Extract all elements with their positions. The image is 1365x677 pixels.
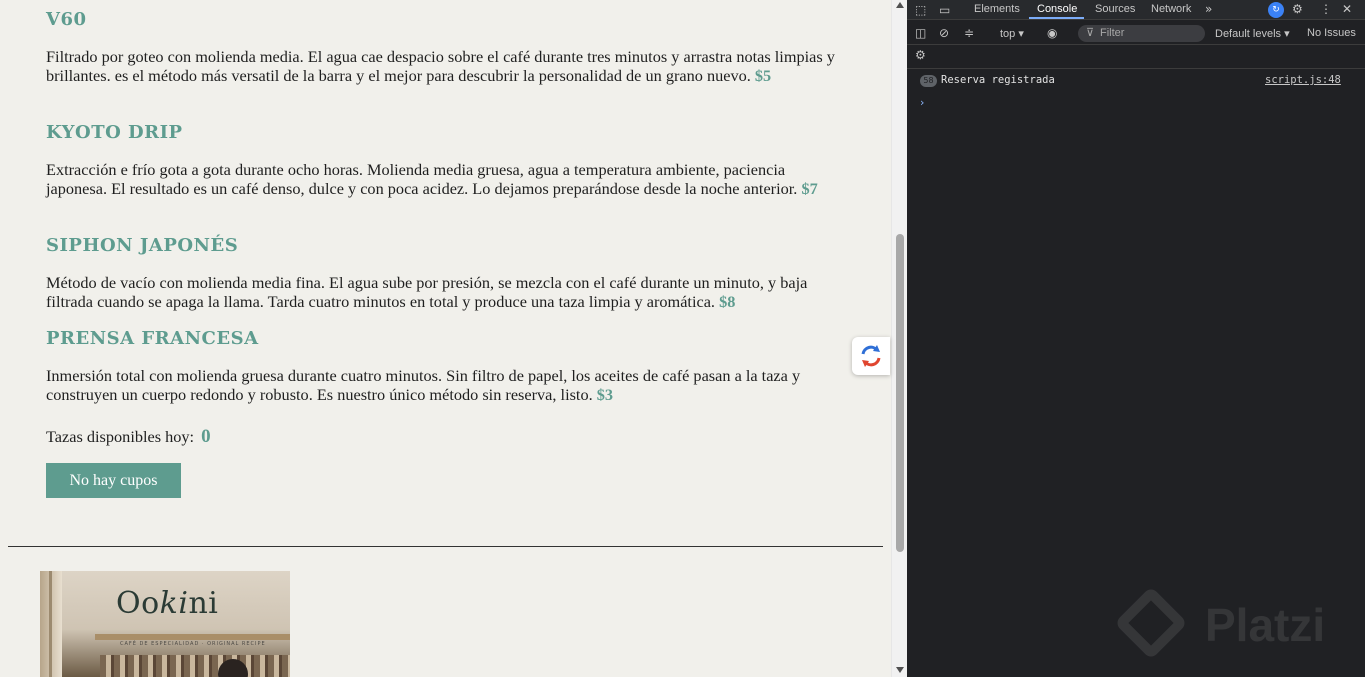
method-description: Extracción e frío gota a gota durante oc… <box>46 160 846 198</box>
settings-gear-icon[interactable]: ⚙ <box>1292 3 1303 15</box>
console-settings-row: ⚙ <box>907 45 1365 69</box>
description-text: Extracción e frío gota a gota durante oc… <box>46 160 798 198</box>
method-title: SIPHON JAPONÉS <box>46 235 239 256</box>
close-icon[interactable]: ✕ <box>1342 3 1352 15</box>
more-options-icon[interactable]: ⋮ <box>1320 3 1332 15</box>
logo-part-italic: ki <box>159 586 189 621</box>
devtools-panel: ⬚ ▭ Elements Console Sources Network » ↻… <box>907 0 1365 677</box>
method-price: $5 <box>754 66 772 85</box>
devtools-tab-bar: ⬚ ▭ Elements Console Sources Network » ↻… <box>907 0 1365 20</box>
issues-counter[interactable]: No Issues <box>1307 27 1356 39</box>
filter-icon: ⊽ <box>1086 27 1095 39</box>
scroll-up-arrow-icon[interactable] <box>896 2 904 8</box>
tab-elements[interactable]: Elements <box>974 3 1020 15</box>
description-text: Filtrado por goteo con molienda media. E… <box>46 47 835 85</box>
tab-sources[interactable]: Sources <box>1095 3 1135 15</box>
cafe-photo: Ookini CAFÉ DE ESPECIALIDAD · ORIGINAL R… <box>40 571 290 677</box>
filter-placeholder: Filter <box>1100 27 1125 39</box>
scroll-down-arrow-icon[interactable] <box>896 667 904 673</box>
availability-count: 0 <box>201 426 211 447</box>
active-tab-indicator <box>1029 17 1084 19</box>
create-live-expression-icon[interactable]: ≑ <box>964 27 974 39</box>
clear-console-icon[interactable]: ⊘ <box>939 27 949 39</box>
tab-console[interactable]: Console <box>1037 3 1077 15</box>
page-scrollbar[interactable] <box>891 0 907 677</box>
method-price: $3 <box>596 385 614 404</box>
message-source-link[interactable]: script.js:48 <box>1265 74 1341 86</box>
logo-part: ni <box>188 586 219 621</box>
translate-extension-button[interactable] <box>852 337 890 375</box>
ai-assistant-icon[interactable]: ↻ <box>1268 2 1284 18</box>
more-tabs-icon[interactable]: » <box>1205 3 1212 15</box>
console-settings-gear-icon[interactable]: ⚙ <box>915 49 926 61</box>
context-selector[interactable]: top ▾ <box>1000 27 1024 40</box>
console-toolbar: ◫ ⊘ ≑ top ▾ ◉ ⊽ Filter Default levels ▾ … <box>907 21 1365 45</box>
cafe-tagline: CAFÉ DE ESPECIALIDAD · ORIGINAL RECIPE <box>120 641 266 647</box>
method-price: $7 <box>801 179 818 198</box>
photo-shelf <box>95 634 290 640</box>
sidebar-toggle-icon[interactable]: ◫ <box>915 27 926 39</box>
description-text: Método de vacío con molienda media fina.… <box>46 273 808 311</box>
tab-network[interactable]: Network <box>1151 3 1191 15</box>
filter-input[interactable]: ⊽ Filter <box>1078 25 1205 42</box>
method-title: V60 <box>46 9 87 30</box>
reserve-button[interactable]: No hay cupos <box>46 463 181 498</box>
platzi-logo-icon <box>1114 586 1188 660</box>
sync-arrows-icon <box>861 345 881 367</box>
platzi-watermark: Platzi <box>1114 586 1365 677</box>
description-text: Inmersión total con molienda gruesa dura… <box>46 366 801 404</box>
availability: Tazas disponibles hoy: 0 <box>46 426 211 448</box>
message-text: Reserva registrada <box>941 74 1055 86</box>
method-title: KYOTO DRIP <box>46 122 183 143</box>
method-title: PRENSA FRANCESA <box>46 328 259 349</box>
inspect-element-icon[interactable]: ⬚ <box>915 4 926 16</box>
availability-label: Tazas disponibles hoy: <box>46 427 195 446</box>
photo-window <box>40 571 62 677</box>
log-levels-dropdown[interactable]: Default levels ▾ <box>1215 27 1290 40</box>
web-page: V60 Filtrado por goteo con molienda medi… <box>0 0 891 677</box>
device-toolbar-icon[interactable]: ▭ <box>939 4 950 16</box>
cafe-logo: Ookini <box>116 586 218 621</box>
section-divider <box>8 546 883 547</box>
method-description: Inmersión total con molienda gruesa dura… <box>46 366 846 404</box>
console-message: 58 Reserva registrada script.js:48 <box>907 70 1365 90</box>
logo-part: Oo <box>116 586 160 621</box>
watermark-text: Platzi <box>1205 599 1326 651</box>
method-description: Método de vacío con molienda media fina.… <box>46 273 846 311</box>
eye-icon[interactable]: ◉ <box>1047 27 1057 39</box>
message-repeat-count: 58 <box>920 75 937 87</box>
console-prompt[interactable]: › <box>920 96 924 109</box>
method-price: $8 <box>719 292 736 311</box>
method-description: Filtrado por goteo con molienda media. E… <box>46 47 846 85</box>
photo-shelf-items <box>100 655 290 677</box>
scrollbar-thumb[interactable] <box>896 234 904 552</box>
